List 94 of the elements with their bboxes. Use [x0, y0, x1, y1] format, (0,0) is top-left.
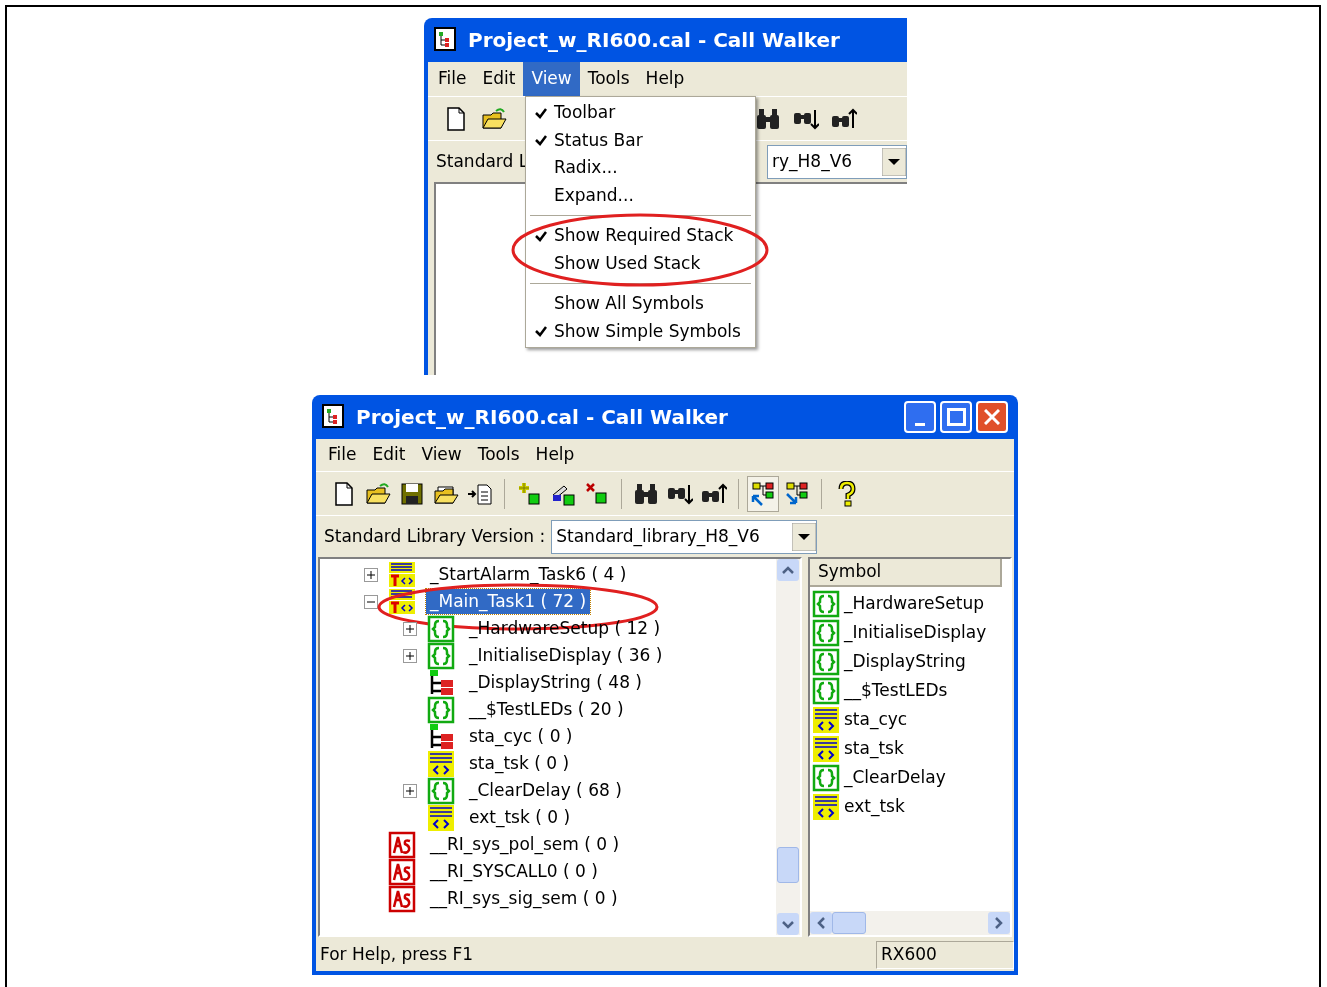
rtos-icon	[427, 749, 455, 778]
scroll-up-icon	[777, 559, 799, 581]
tree-item[interactable]: __$TestLEDs ( 20 )	[465, 696, 628, 723]
scroll-thumb[interactable]	[777, 847, 799, 883]
symbol-item[interactable]: sta_tsk	[844, 735, 904, 762]
folder-icon	[481, 105, 507, 132]
tree-item[interactable]: _StartAlarm_Task6 ( 4 )	[426, 561, 631, 588]
tree-arrow-down-icon	[784, 480, 810, 507]
tree-item[interactable]: _DisplayString ( 48 )	[465, 669, 646, 696]
close-icon	[984, 409, 1000, 425]
menu-item[interactable]: View	[523, 62, 580, 96]
function-icon	[427, 695, 455, 724]
scroll-thumb[interactable]	[832, 912, 866, 934]
window-title: Project_w_RI600.cal - Call Walker	[356, 404, 728, 431]
menu-option[interactable]: Show Simple Symbols	[526, 317, 755, 345]
tree-item[interactable]: _InitialiseDisplay ( 36 )	[465, 642, 667, 669]
expand-icon[interactable]	[364, 567, 378, 582]
expand-icon[interactable]	[403, 621, 417, 636]
tree-item[interactable]: ext_tsk ( 0 )	[465, 804, 575, 831]
task-icon	[388, 587, 416, 616]
scroll-down-icon	[777, 913, 799, 935]
tree-item[interactable]: __RI_sys_pol_sem ( 0 )	[426, 831, 624, 858]
tree-item[interactable]: sta_cyc ( 0 )	[465, 723, 577, 750]
function-icon	[427, 641, 455, 670]
menu-item[interactable]: Edit	[474, 62, 524, 96]
assembler-icon	[388, 857, 416, 886]
tree-item[interactable]: sta_tsk ( 0 )	[465, 750, 574, 777]
maximize-icon	[946, 408, 966, 426]
task-icon	[388, 560, 416, 589]
symbol-item[interactable]: _DisplayString	[844, 648, 966, 675]
menu-item[interactable]: Tools	[579, 62, 638, 96]
assembler-icon	[388, 830, 416, 859]
minimize-icon	[915, 423, 925, 426]
menu-option[interactable]: Status Bar	[526, 126, 755, 154]
menu-item[interactable]: File	[430, 62, 475, 96]
symbol-item[interactable]: sta_cyc	[844, 706, 908, 733]
tree-item[interactable]: __RI_sys_sig_sem ( 0 )	[426, 885, 622, 912]
menu-option[interactable]: Show All Symbols	[526, 290, 755, 318]
menu-option[interactable]: Toolbar	[526, 99, 755, 127]
menu-item[interactable]: Help	[637, 62, 693, 96]
library-dropdown[interactable]: Standard_library_H8_V6	[551, 519, 818, 554]
column-header[interactable]: Symbol	[810, 559, 1002, 587]
function-icon	[427, 776, 455, 805]
function-icon	[427, 614, 455, 643]
add-node-icon	[516, 480, 542, 507]
menu-item[interactable]: Tools	[469, 442, 528, 468]
menu-option[interactable]: Radix...	[526, 154, 755, 182]
status-panel: RX600	[876, 941, 1014, 969]
function-icon	[812, 647, 840, 676]
menu-option[interactable]: Show Used Stack	[526, 249, 755, 277]
menu-option[interactable]: Expand...	[526, 181, 755, 209]
save-icon	[399, 480, 425, 507]
tree-arrow-up-icon	[750, 480, 776, 507]
dropdown-arrow-icon	[792, 522, 817, 551]
rtos-icon	[812, 734, 840, 763]
close-button[interactable]	[976, 401, 1008, 433]
status-text: For Help, press F1	[319, 943, 475, 967]
rtos-icon	[427, 803, 455, 832]
function-icon	[812, 763, 840, 792]
symbol-item[interactable]: _InitialiseDisplay	[844, 619, 987, 646]
node-tree-icon	[427, 722, 455, 751]
rtos-icon	[812, 792, 840, 821]
function-icon	[812, 676, 840, 705]
library-dropdown[interactable]: ry_H8_V6	[767, 144, 907, 179]
expand-icon[interactable]	[403, 648, 417, 663]
scroll-right-icon	[988, 912, 1010, 934]
dropdown-arrow-icon	[882, 147, 906, 176]
folder-icon	[365, 480, 391, 507]
maximize-button[interactable]	[940, 401, 972, 433]
minimize-button[interactable]	[904, 401, 936, 433]
window-title: Project_w_RI600.cal - Call Walker	[468, 27, 840, 54]
menu-option[interactable]: Show Required Stack	[526, 222, 755, 250]
delete-node-icon	[584, 480, 610, 507]
function-icon	[812, 589, 840, 618]
scroll-left-icon	[810, 912, 832, 934]
menu-item[interactable]: File	[320, 442, 365, 468]
assembler-icon	[388, 884, 416, 913]
collapse-icon[interactable]	[364, 594, 378, 609]
symbol-item[interactable]: _HardwareSetup	[844, 590, 985, 617]
menu-item[interactable]: Help	[527, 442, 583, 468]
tree-item[interactable]: _ClearDelay ( 68 )	[465, 777, 626, 804]
function-icon	[812, 618, 840, 647]
combo-label: Standard Library Version :	[324, 524, 546, 548]
expand-icon[interactable]	[403, 783, 417, 798]
symbol-item[interactable]: _ClearDelay	[844, 764, 946, 791]
tree-item[interactable]: _Main_Task1 ( 72 )	[426, 588, 591, 615]
node-tree-icon	[427, 668, 455, 697]
menu-item[interactable]: Edit	[364, 442, 414, 468]
symbol-item[interactable]: ext_tsk	[844, 793, 905, 820]
toolbar-button[interactable]	[747, 475, 779, 512]
tree-item[interactable]: __RI_SYSCALL0 ( 0 )	[426, 858, 602, 885]
symbol-item[interactable]: __$TestLEDs	[844, 677, 948, 704]
menu-item[interactable]: View	[413, 442, 470, 468]
rtos-icon	[812, 705, 840, 734]
